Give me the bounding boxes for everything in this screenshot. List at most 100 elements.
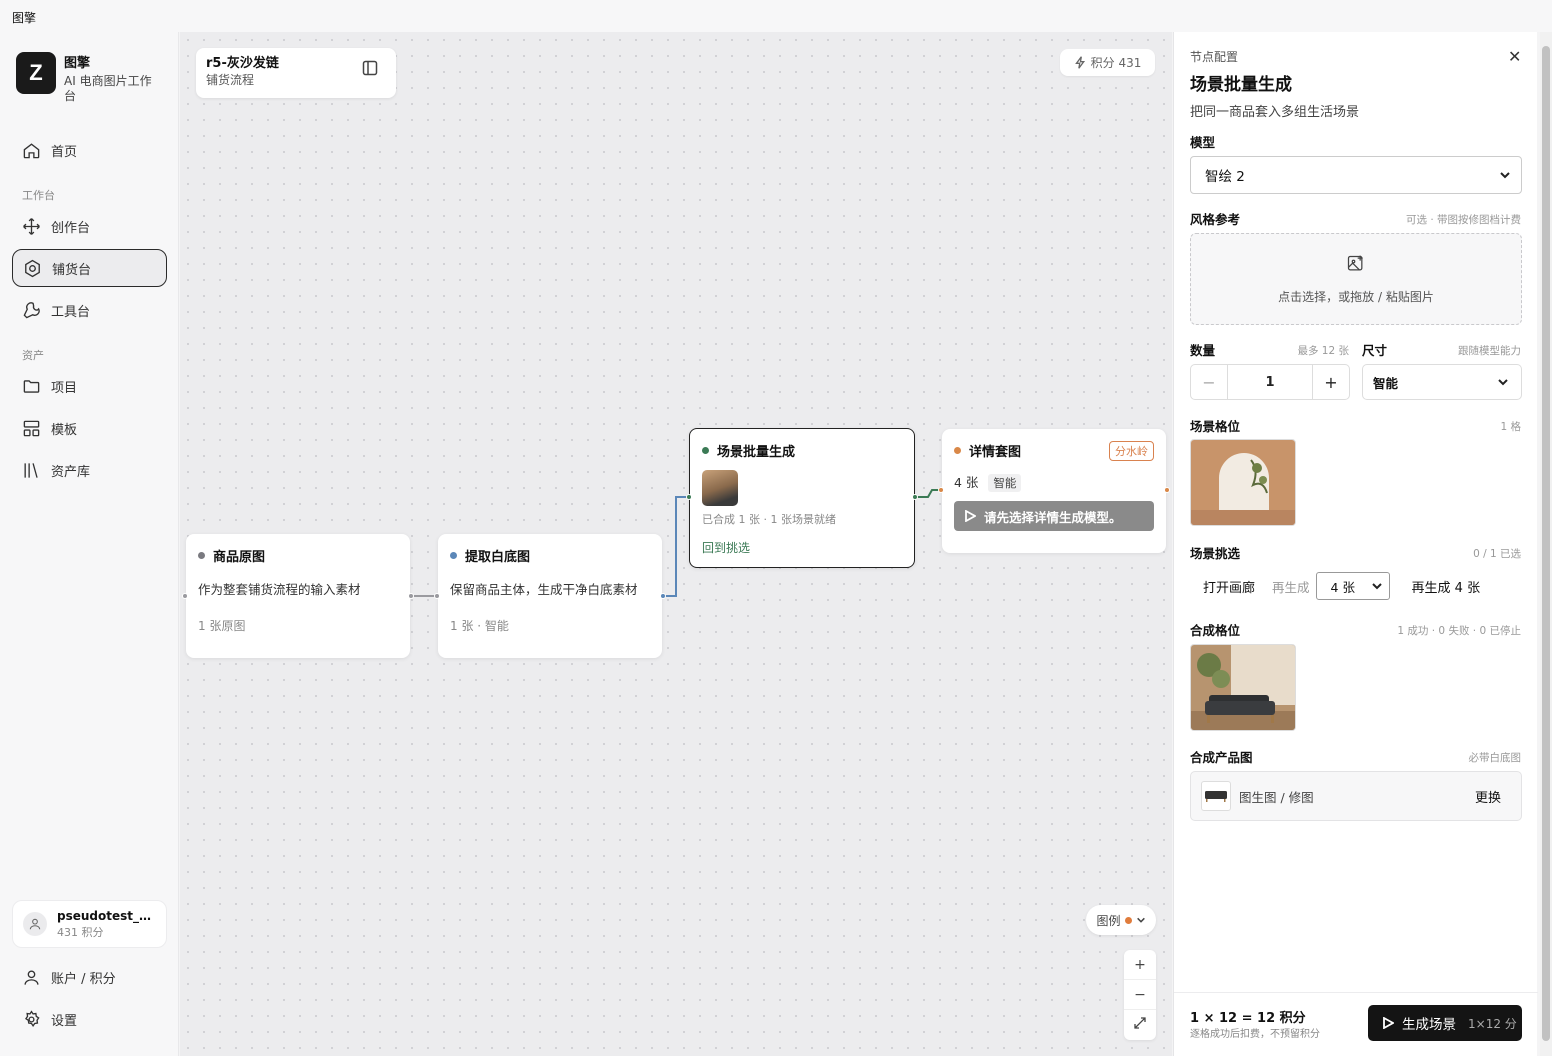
node-meta: 1 张原图 [198, 619, 246, 633]
node-whitebg[interactable]: 提取白底图 保留商品主体，生成干净白底素材 1 张 · 智能 [434, 534, 666, 658]
input-port[interactable] [182, 593, 188, 599]
layout-icon [23, 420, 40, 436]
scene-slot-image[interactable] [1190, 439, 1296, 526]
scene-slot-note: 1 格 [1500, 421, 1521, 433]
panel-icon [362, 60, 378, 76]
node-desc: 保留商品主体，生成干净白底素材 [450, 582, 638, 597]
select-model-label: 请先选择详情生成模型。 [984, 509, 1122, 525]
model-label: 模型 [1190, 135, 1216, 150]
generate-label: 生成场景 [1402, 1017, 1456, 1033]
chevron-down-icon [1136, 917, 1145, 923]
size-note: 跟随模型能力 [1458, 345, 1521, 357]
open-gallery-button[interactable]: 打开画廊 [1190, 577, 1268, 596]
close-icon[interactable]: ✕ [1508, 47, 1521, 66]
style-label: 风格参考 [1190, 212, 1241, 227]
play-icon [1383, 1017, 1394, 1029]
brand[interactable]: Z 图擎 AI 电商图片工作台 [16, 52, 160, 104]
scene-pick-row: 打开画廊 再生成 4 张 再生成 4 张 [1190, 572, 1522, 600]
scene-thumbnail[interactable] [702, 470, 738, 506]
user-points: 431 积分 [57, 925, 104, 939]
size-value: 智能 [1373, 375, 1399, 391]
qty-label: 数量 [1190, 343, 1216, 358]
quantity-value[interactable]: 1 [1227, 365, 1313, 399]
sidebar: Z 图擎 AI 电商图片工作台 首页 工作台 创作台 铺货台 工具台 资产 项目… [0, 32, 179, 1056]
sidebar-item-label: 铺货台 [52, 262, 92, 278]
brand-tagline: AI 电商图片工作台 [64, 74, 152, 103]
node-source[interactable]: 商品原图 作为整套铺货流程的输入素材 1 张原图 [182, 534, 414, 658]
product-image-row: 图生图 / 修图 更换 [1190, 771, 1522, 821]
select-model-button[interactable]: 请先选择详情生成模型。 [954, 501, 1154, 531]
model-select[interactable]: 智绘 2 [1190, 156, 1522, 194]
user-card[interactable]: pseudotest_17… 431 积分 [12, 900, 167, 948]
generate-scene-button[interactable]: 生成场景 1×12 分 [1368, 1005, 1522, 1041]
sidebar-item-distribute[interactable]: 铺货台 [12, 249, 167, 287]
hexagon-icon [25, 259, 40, 277]
sidebar-item-label: 模板 [51, 422, 78, 438]
cost-note: 逐格成功后扣费，不预留积分 [1190, 1029, 1320, 1040]
input-port[interactable] [938, 487, 944, 493]
regen-button[interactable]: 再生成 4 张 [1412, 577, 1481, 596]
output-port[interactable] [660, 593, 666, 599]
sidebar-item-templates[interactable]: 模板 [12, 409, 167, 447]
sidebar-item-home[interactable]: 首页 [12, 131, 167, 169]
size-select[interactable]: 智能 [1362, 364, 1522, 400]
qty-note: 最多 12 张 [1297, 345, 1349, 357]
workflow-card[interactable]: r5-灰沙发链 铺货流程 [196, 48, 396, 98]
output-port[interactable] [912, 494, 918, 500]
zoom-in-button[interactable]: + [1124, 950, 1156, 980]
user-name: pseudotest_17… [57, 908, 157, 923]
sidebar-item-tools[interactable]: 工具台 [12, 291, 167, 329]
node-meta: 1 张 · 智能 [450, 619, 509, 633]
input-port[interactable] [434, 593, 440, 599]
regen-count-select[interactable]: 4 张 [1315, 572, 1390, 600]
legend-label: 图例 [1096, 913, 1121, 928]
input-port[interactable] [686, 494, 692, 500]
scene-slot-label: 场景格位 [1190, 419, 1241, 434]
output-port[interactable] [1164, 487, 1170, 493]
sidebar-item-label: 首页 [51, 144, 78, 160]
scene-pick-note: 0 / 1 已选 [1473, 548, 1521, 560]
sidebar-item-settings[interactable]: 设置 [12, 1000, 167, 1038]
avatar [23, 912, 47, 936]
points-pill[interactable]: 积分 431 [1060, 49, 1155, 76]
node-title: 场景批量生成 [717, 445, 796, 460]
node-title: 详情套图 [969, 445, 1022, 460]
sidebar-item-projects[interactable]: 项目 [12, 367, 167, 405]
node-title: 商品原图 [213, 550, 266, 565]
panel-scrollbar[interactable] [1540, 32, 1552, 1056]
status-dot [450, 552, 457, 559]
output-port[interactable] [408, 593, 414, 599]
chevron-down-icon [1500, 172, 1510, 179]
node-scene[interactable]: 场景批量生成 已合成 1 张 · 1 张场景就绪 回到挑选 [686, 428, 918, 568]
replace-button[interactable]: 更换 [1475, 787, 1501, 806]
sidebar-item-label: 资产库 [51, 464, 91, 480]
node-detail[interactable]: 详情套图 分水岭 4 张 智能 请先选择详情生成模型。 [938, 429, 1170, 553]
fit-view-button[interactable] [1124, 1010, 1156, 1040]
regen-label: 再生成 [1272, 579, 1310, 595]
sidebar-item-account[interactable]: 账户 / 积分 [12, 958, 167, 996]
workflow-canvas[interactable]: r5-灰沙发链 铺货流程 积分 431 商品原图 作为整套铺货流程的输入素材 1… [180, 32, 1172, 1056]
decrement-button[interactable]: − [1191, 365, 1227, 399]
increment-button[interactable]: + [1313, 365, 1349, 399]
zoom-out-button[interactable]: − [1124, 980, 1156, 1010]
home-icon [23, 142, 40, 158]
sidebar-item-label: 创作台 [51, 220, 91, 236]
node-meta: 已合成 1 张 · 1 张场景就绪 [702, 513, 836, 526]
workflow-subtitle: 铺货流程 [206, 73, 255, 87]
model-value: 智绘 2 [1205, 169, 1245, 185]
panel-desc: 把同一商品套入多组生活场景 [1190, 105, 1360, 120]
sidebar-item-create[interactable]: 创作台 [12, 207, 167, 245]
back-to-pick-link[interactable]: 回到挑选 [702, 539, 750, 556]
scrollbar-thumb[interactable] [1542, 46, 1550, 1041]
section-label-assets: 资产 [22, 349, 44, 362]
sidebar-item-asset-library[interactable]: 资产库 [12, 451, 167, 489]
legend-button[interactable]: 图例 [1086, 905, 1156, 935]
style-dropzone[interactable]: 点击选择，或拖放 / 粘贴图片 [1190, 233, 1522, 325]
product-thumbnail [1201, 781, 1231, 811]
panel-title: 场景批量生成 [1190, 75, 1292, 95]
detail-tag: 智能 [988, 474, 1022, 492]
composite-slot-image[interactable] [1190, 644, 1296, 731]
product-note: 必带白底图 [1468, 752, 1522, 764]
composite-note: 1 成功 · 0 失败 · 0 已停止 [1397, 625, 1521, 637]
sidebar-toggle-button[interactable] [362, 60, 378, 76]
